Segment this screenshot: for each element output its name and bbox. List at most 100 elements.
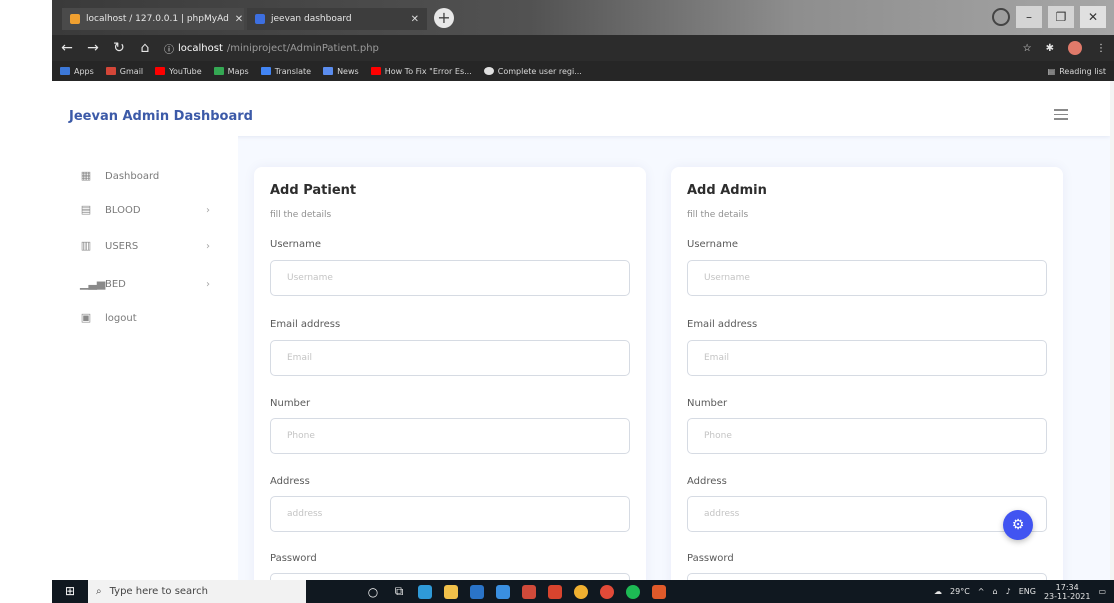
bookmark-youtube[interactable]: YouTube bbox=[155, 67, 202, 76]
address-bar: ← → ↻ ⌂ ⓘ localhost/miniproject/AdminPat… bbox=[52, 35, 1114, 61]
sidebar-item-logout[interactable]: ▣ logout bbox=[80, 312, 210, 324]
bookmark-translate[interactable]: Translate bbox=[260, 66, 312, 76]
notification-icon[interactable]: ▭ bbox=[1098, 587, 1106, 596]
sidebar-item-label: BLOOD bbox=[105, 204, 141, 216]
password-label: Password bbox=[270, 553, 317, 564]
settings-fab-button[interactable]: ⚙ bbox=[1003, 510, 1033, 540]
app-icon[interactable] bbox=[548, 584, 562, 599]
reload-icon[interactable]: ↻ bbox=[112, 40, 126, 56]
close-window-button[interactable]: ✕ bbox=[1080, 6, 1106, 28]
mail-icon[interactable] bbox=[496, 584, 510, 599]
patient-password-input[interactable] bbox=[270, 573, 630, 580]
bookmark-label: Gmail bbox=[119, 66, 144, 76]
close-icon[interactable]: ✕ bbox=[235, 14, 243, 25]
file-explorer-icon[interactable] bbox=[444, 584, 458, 599]
weather-icon[interactable]: ☁ bbox=[934, 587, 942, 596]
patient-phone-input[interactable] bbox=[270, 418, 630, 454]
chevron-up-icon[interactable]: ^ bbox=[978, 587, 985, 596]
translate-icon bbox=[260, 67, 271, 75]
volume-icon[interactable]: ♪ bbox=[1006, 587, 1011, 596]
reading-list[interactable]: ▤ Reading list bbox=[1048, 67, 1106, 76]
grid-icon: ▦ bbox=[80, 169, 92, 182]
cortana-icon[interactable]: ○ bbox=[366, 585, 380, 599]
windows-taskbar: ⊞ ⌕ Type here to search ○ ⧉ ☁ 29°C ^ ⌂ ♪… bbox=[52, 580, 1114, 603]
edge-icon[interactable] bbox=[418, 584, 432, 599]
sidebar: ▦ Dashboard ▤ BLOOD › ▥ USERS › ▁▃▅ BED … bbox=[52, 136, 238, 580]
back-arrow-icon[interactable]: ← bbox=[60, 40, 74, 56]
sidebar-item-users[interactable]: ▥ USERS › bbox=[80, 240, 210, 252]
bookmark-label: Translate bbox=[274, 66, 312, 76]
menu-dots-icon[interactable]: ⋮ bbox=[1096, 43, 1106, 54]
avatar[interactable] bbox=[1068, 41, 1082, 55]
office-icon[interactable] bbox=[522, 584, 536, 599]
reading-list-label: Reading list bbox=[1059, 66, 1106, 76]
bookmark-how-to-fix[interactable]: How To Fix "Error Es... bbox=[370, 66, 472, 76]
sidebar-item-blood[interactable]: ▤ BLOOD › bbox=[80, 204, 210, 216]
extensions-icon[interactable]: ✱ bbox=[1046, 43, 1054, 54]
password-label: Password bbox=[687, 553, 734, 564]
logout-icon: ▣ bbox=[80, 311, 92, 324]
info-icon[interactable]: ⓘ bbox=[164, 41, 174, 56]
windows-start-button[interactable]: ⊞ bbox=[52, 580, 88, 603]
taskbar-clock[interactable]: 17:34 23-11-2021 bbox=[1044, 583, 1091, 601]
admin-phone-input[interactable] bbox=[687, 418, 1047, 454]
username-label: Username bbox=[270, 239, 321, 250]
tab-jeevan-dashboard[interactable]: jeevan dashboard ✕ bbox=[247, 8, 427, 30]
patient-email-input[interactable] bbox=[270, 340, 630, 376]
forward-arrow-icon[interactable]: → bbox=[86, 40, 100, 56]
patient-address-input[interactable] bbox=[270, 496, 630, 532]
github-icon bbox=[483, 67, 494, 75]
bookmark-label: How To Fix "Error Es... bbox=[384, 66, 472, 76]
tab-label: localhost / 127.0.0.1 | phpMyAd bbox=[86, 14, 229, 24]
email-label: Email address bbox=[270, 319, 341, 330]
bookmark-apps[interactable]: Apps bbox=[60, 67, 94, 76]
spotify-icon[interactable] bbox=[626, 584, 640, 599]
network-icon[interactable]: ⌂ bbox=[993, 587, 998, 596]
chevron-right-icon: › bbox=[206, 278, 210, 290]
app-icon[interactable] bbox=[652, 584, 666, 599]
admin-username-input[interactable] bbox=[687, 260, 1047, 296]
bookmark-gmail[interactable]: Gmail bbox=[105, 66, 144, 76]
sidebar-item-label: logout bbox=[105, 312, 137, 324]
number-label: Number bbox=[270, 398, 311, 409]
new-tab-button[interactable]: + bbox=[434, 8, 454, 28]
email-label: Email address bbox=[687, 319, 758, 330]
bookmark-news[interactable]: News bbox=[323, 67, 359, 76]
tab-phpmyadmin[interactable]: localhost / 127.0.0.1 | phpMyAd ✕ bbox=[62, 8, 244, 30]
star-icon[interactable]: ☆ bbox=[1023, 43, 1032, 54]
sidebar-item-dashboard[interactable]: ▦ Dashboard bbox=[80, 170, 210, 182]
window-controls: – ❐ ✕ bbox=[992, 6, 1106, 28]
taskbar-search[interactable]: ⌕ Type here to search bbox=[88, 580, 306, 603]
admin-address-input[interactable] bbox=[687, 496, 1047, 532]
home-icon[interactable]: ⌂ bbox=[138, 40, 152, 56]
phpmyadmin-favicon-icon bbox=[70, 14, 80, 24]
close-icon[interactable]: ✕ bbox=[411, 14, 419, 25]
chrome-icon[interactable] bbox=[574, 584, 588, 599]
search-icon: ⌕ bbox=[96, 586, 102, 597]
bookmark-maps[interactable]: Maps bbox=[213, 67, 249, 76]
admin-email-input[interactable] bbox=[687, 340, 1047, 376]
sidebar-item-label: BED bbox=[105, 278, 126, 290]
minimize-button[interactable]: – bbox=[1016, 6, 1042, 28]
firefox-icon[interactable] bbox=[600, 584, 614, 599]
hamburger-menu-icon[interactable] bbox=[1054, 109, 1068, 123]
brand-title[interactable]: Jeevan Admin Dashboard bbox=[69, 109, 253, 124]
admin-app: Jeevan Admin Dashboard ▦ Dashboard ▤ BLO… bbox=[52, 81, 1110, 580]
admin-password-input[interactable] bbox=[687, 573, 1047, 580]
bookmark-complete-user-reg[interactable]: Complete user regi... bbox=[483, 67, 582, 76]
language-indicator[interactable]: ENG bbox=[1019, 587, 1036, 596]
card-title: Add Patient bbox=[270, 183, 357, 198]
task-view-icon[interactable]: ⧉ bbox=[392, 584, 406, 599]
weather-temp[interactable]: 29°C bbox=[950, 587, 970, 596]
url-field[interactable]: ⓘ localhost/miniproject/AdminPatient.php bbox=[164, 41, 1011, 56]
maximize-button[interactable]: ❐ bbox=[1048, 6, 1074, 28]
gmail-icon bbox=[105, 67, 116, 75]
add-patient-card: Add Patient fill the details Username Em… bbox=[254, 167, 646, 580]
maps-icon bbox=[213, 67, 224, 75]
reading-list-icon: ▤ bbox=[1047, 66, 1056, 76]
patient-username-input[interactable] bbox=[270, 260, 630, 296]
store-icon[interactable] bbox=[470, 584, 484, 599]
system-tray: ☁ 29°C ^ ⌂ ♪ ENG 17:34 23-11-2021 ▭ bbox=[934, 583, 1114, 601]
sidebar-item-bed[interactable]: ▁▃▅ BED › bbox=[80, 278, 210, 290]
profile-circle-icon[interactable] bbox=[992, 8, 1010, 26]
